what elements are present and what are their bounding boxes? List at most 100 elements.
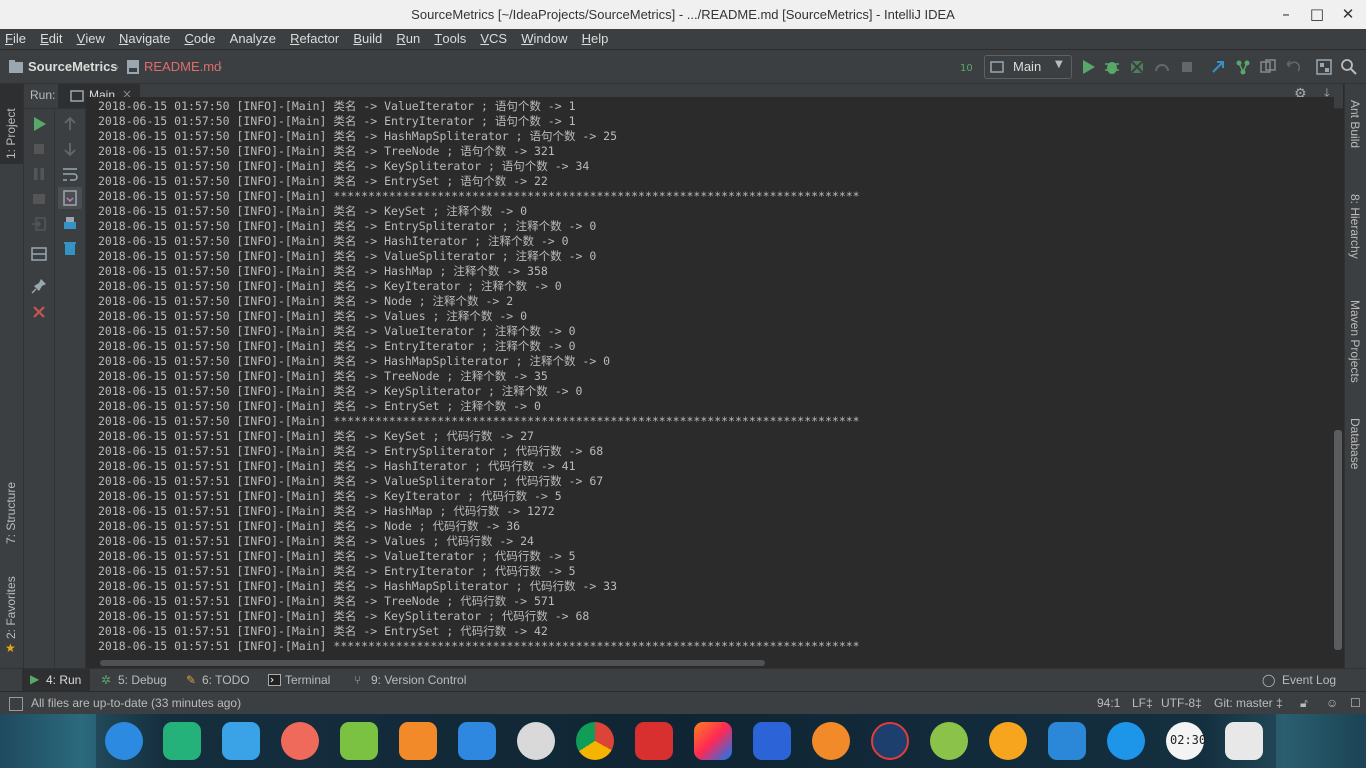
files-icon[interactable]	[163, 722, 201, 760]
layout-icon[interactable]	[30, 245, 48, 263]
pin-icon[interactable]	[30, 277, 48, 295]
menu-help[interactable]: Help	[577, 29, 614, 48]
breadcrumb-project[interactable]: SourceMetrics	[28, 59, 118, 74]
menu-code[interactable]: Code	[179, 29, 220, 48]
run-icon[interactable]	[1079, 58, 1097, 76]
menu-edit[interactable]: Edit	[35, 29, 67, 48]
launcher-icon[interactable]	[105, 722, 143, 760]
menu-build[interactable]: Build	[348, 29, 387, 48]
minimize-button[interactable]: –	[1276, 4, 1296, 24]
menu-run[interactable]: Run	[391, 29, 425, 48]
console-vertical-scrollbar[interactable]	[1334, 430, 1342, 650]
maximize-button[interactable]: □	[1307, 4, 1327, 24]
tool-tab-database[interactable]: Database	[1348, 418, 1362, 469]
build-icon[interactable]: 10	[958, 58, 976, 76]
menu-file[interactable]: File	[0, 29, 31, 48]
menu-analyze[interactable]: Analyze	[225, 29, 281, 48]
console-line: 2018-06-15 01:57:51 [INFO]-[Main] 类名 -> …	[98, 594, 555, 608]
bug-icon: ✲	[101, 673, 112, 687]
console-output[interactable]: 2018-06-15 01:57:50 [INFO]-[Main] 类名 -> …	[86, 97, 1334, 657]
arrow-up-icon[interactable]	[61, 115, 79, 133]
tab-event-log[interactable]: Event Log	[1282, 673, 1336, 687]
android-icon[interactable]	[930, 722, 968, 760]
debug-icon[interactable]	[1103, 58, 1121, 76]
console-horizontal-scrollbar[interactable]	[100, 660, 765, 666]
menu-vcs[interactable]: VCS	[475, 29, 512, 48]
scroll-to-end-toggle[interactable]	[58, 187, 82, 209]
intellij-icon[interactable]	[694, 722, 732, 760]
bottom-tool-tabs: ▶ 4: Run ✲ 5: Debug ✎ 6: TODO Terminal ⑂…	[0, 668, 1366, 691]
vcs-compare-icon[interactable]	[1259, 58, 1277, 76]
breadcrumb-file[interactable]: README.md	[144, 59, 221, 74]
settings-icon[interactable]	[517, 722, 555, 760]
arrow-down-icon[interactable]	[61, 140, 79, 158]
network-icon[interactable]	[1107, 722, 1145, 760]
dump-threads-icon[interactable]	[30, 190, 48, 208]
svg-text:10: 10	[960, 63, 973, 74]
toggle-tool-windows-icon[interactable]	[9, 697, 23, 711]
stop-icon[interactable]	[30, 140, 48, 158]
notifications-icon[interactable]: ☐	[1350, 696, 1361, 710]
update-icon[interactable]	[812, 722, 850, 760]
vcs-commit-icon[interactable]	[1234, 58, 1252, 76]
tab-terminal[interactable]: Terminal	[285, 673, 330, 687]
breadcrumb-separator-icon: ›	[115, 59, 120, 74]
run-config-selector[interactable]: Main ▼	[984, 55, 1072, 79]
inspector-icon[interactable]: ☺	[1326, 696, 1338, 710]
file-manager-icon[interactable]	[222, 722, 260, 760]
profile-icon[interactable]	[1153, 58, 1171, 76]
menu-window[interactable]: Window	[516, 29, 572, 48]
vcs-update-icon[interactable]	[1209, 58, 1227, 76]
screenshot-icon[interactable]	[281, 722, 319, 760]
console-line: 2018-06-15 01:57:50 [INFO]-[Main] 类名 -> …	[98, 279, 562, 293]
tool-tab-ant-build[interactable]: Ant Build	[1348, 100, 1362, 148]
soft-wrap-icon[interactable]	[61, 165, 79, 183]
menu-refactor[interactable]: Refactor	[285, 29, 344, 48]
music-icon[interactable]	[340, 722, 378, 760]
revert-icon[interactable]	[1284, 58, 1302, 76]
close-run-icon[interactable]	[30, 303, 48, 321]
coverage-icon[interactable]	[1128, 58, 1146, 76]
circle-app-icon[interactable]	[989, 722, 1027, 760]
chrome-icon[interactable]	[576, 722, 614, 760]
menu-view[interactable]: View	[72, 29, 110, 48]
close-button[interactable]: ✕	[1338, 4, 1358, 24]
file-encoding[interactable]: UTF-8‡	[1161, 696, 1202, 710]
trash-icon[interactable]	[1225, 722, 1263, 760]
search-icon[interactable]	[1340, 58, 1358, 76]
wps-writer-icon[interactable]	[753, 722, 791, 760]
event-log-icon: ◯	[1262, 673, 1276, 687]
line-separator[interactable]: LF‡	[1132, 696, 1153, 710]
exit-icon[interactable]	[30, 215, 48, 233]
tool-tab-project[interactable]: 1: Project	[4, 108, 18, 159]
application-icon	[70, 90, 84, 102]
rerun-icon[interactable]	[30, 115, 48, 133]
caret-position[interactable]: 94:1	[1097, 696, 1120, 710]
stop-icon[interactable]	[1178, 58, 1196, 76]
tab-run[interactable]: ▶ 4: Run	[22, 669, 90, 691]
terminal-icon[interactable]	[635, 722, 673, 760]
tool-tab-maven[interactable]: Maven Projects	[1348, 300, 1362, 383]
print-icon[interactable]	[61, 215, 79, 233]
tab-debug[interactable]: 5: Debug	[118, 673, 167, 687]
run-config-label: Main	[1013, 59, 1042, 74]
menu-tools[interactable]: Tools	[429, 29, 471, 48]
tab-todo[interactable]: 6: TODO	[202, 673, 250, 687]
archive-icon[interactable]	[399, 722, 437, 760]
tab-version-control[interactable]: 9: Version Control	[371, 673, 466, 687]
sogou-icon[interactable]	[871, 722, 909, 760]
console-line: 2018-06-15 01:57:51 [INFO]-[Main] 类名 -> …	[98, 519, 521, 533]
tool-tab-hierarchy[interactable]: 8: Hierarchy	[1348, 194, 1362, 259]
tool-tab-favorites[interactable]: 2: Favorites	[4, 576, 18, 639]
tool-tab-structure[interactable]: 7: Structure	[4, 482, 18, 544]
project-structure-icon[interactable]	[1315, 58, 1333, 76]
pause-icon[interactable]	[30, 165, 48, 183]
video-icon[interactable]	[458, 722, 496, 760]
menu-navigate[interactable]: Navigate	[114, 29, 175, 48]
lock-icon[interactable]: 🔓︎	[1300, 696, 1308, 711]
monitor-icon[interactable]	[1048, 722, 1086, 760]
console-line: 2018-06-15 01:57:50 [INFO]-[Main] 类名 -> …	[98, 294, 514, 308]
git-branch[interactable]: Git: master ‡	[1214, 696, 1283, 710]
clear-all-icon[interactable]	[61, 239, 79, 257]
clock-icon[interactable]: 02:30	[1166, 722, 1206, 760]
